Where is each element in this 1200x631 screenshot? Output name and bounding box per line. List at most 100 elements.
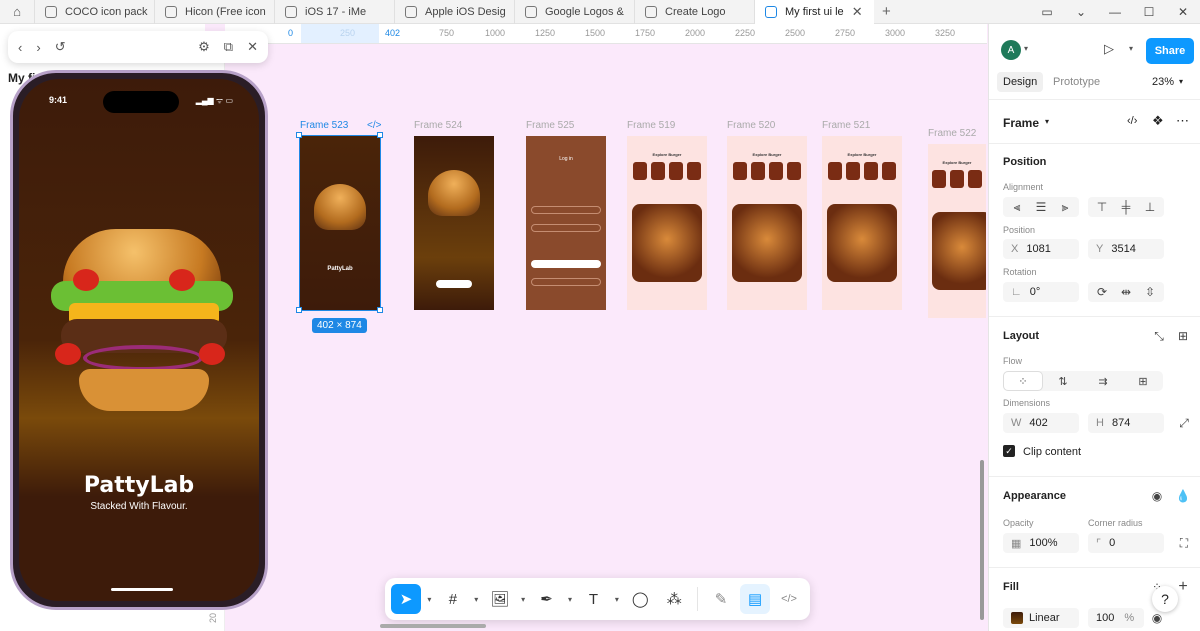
avatar[interactable]: A — [1001, 40, 1021, 60]
home-icon[interactable]: ⌂ — [0, 0, 34, 24]
width-field[interactable]: W 402 — [1003, 413, 1079, 433]
eye-icon[interactable]: ◉ — [1145, 486, 1169, 506]
chevron-down-icon[interactable]: ▾ — [472, 595, 481, 604]
draw-mode-icon[interactable]: ✎ — [706, 584, 736, 614]
tab-ios17[interactable]: iOS 17 - iMe — [274, 0, 394, 24]
align-left-icon[interactable]: ⫷ — [1005, 197, 1029, 217]
maximize-icon[interactable]: ☐ — [1132, 5, 1166, 19]
code-icon[interactable]: </> — [367, 120, 381, 131]
component-icon[interactable]: ❖ — [1152, 113, 1164, 129]
horizontal-scrollbar[interactable] — [380, 624, 486, 628]
chevron-down-icon[interactable]: ▾ — [1024, 44, 1028, 53]
resize-handle[interactable] — [296, 132, 302, 138]
forward-icon[interactable]: › — [36, 40, 40, 55]
fill-opacity-field[interactable]: 100% — [1088, 608, 1144, 628]
chevron-down-icon[interactable]: ▾ — [612, 595, 621, 604]
actions-icon[interactable]: ⁂ — [659, 584, 689, 614]
blend-mode-icon[interactable]: 💧 — [1171, 486, 1195, 506]
chevron-down-icon[interactable]: ▾ — [1129, 44, 1133, 53]
auto-layout-icon[interactable]: ⊞ — [1171, 326, 1195, 346]
chevron-down-icon[interactable]: ⌄ — [1064, 5, 1098, 19]
y-field[interactable]: Y 3514 — [1088, 239, 1164, 259]
text-tool-icon[interactable]: T — [578, 584, 608, 614]
fill-type-field[interactable]: Linear — [1003, 608, 1079, 628]
frame-label-522[interactable]: Frame 522 — [928, 128, 976, 139]
move-tool-icon[interactable]: ➤ — [391, 584, 421, 614]
chevron-down-icon[interactable]: ▾ — [519, 595, 528, 604]
frame-label-520[interactable]: Frame 520 — [727, 120, 775, 131]
align-right-icon[interactable]: ⫸ — [1053, 197, 1077, 217]
frame-label-524[interactable]: Frame 524 — [414, 120, 462, 131]
flow-freeform-icon[interactable]: ⁘ — [1003, 371, 1043, 391]
clip-content-checkbox[interactable]: ✓ — [1003, 445, 1015, 457]
frame-519[interactable]: Explore Burger — [627, 136, 707, 310]
individual-corners-icon[interactable]: ⛶ — [1172, 533, 1196, 553]
align-center-icon[interactable]: ☰ — [1029, 197, 1053, 217]
pen-tool-icon[interactable]: ✒ — [532, 584, 562, 614]
frame-label-521[interactable]: Frame 521 — [822, 120, 870, 131]
new-tab-icon[interactable]: + — [882, 3, 891, 20]
frame-tool-icon[interactable]: # — [438, 584, 468, 614]
tab-apple[interactable]: Apple iOS Desig — [394, 0, 514, 24]
frame-label-519[interactable]: Frame 519 — [627, 120, 675, 131]
tab-prototype[interactable]: Prototype — [1053, 76, 1100, 88]
more-icon[interactable]: ⋯ — [1176, 113, 1189, 129]
frame-label-525[interactable]: Frame 525 — [526, 120, 574, 131]
restart-icon[interactable]: ↺ — [55, 39, 66, 55]
align-middle-icon[interactable]: ╪ — [1114, 197, 1138, 217]
zoom-level[interactable]: 23% — [1152, 76, 1174, 88]
frame-522[interactable]: Explore Burger — [928, 144, 986, 318]
chevron-down-icon[interactable]: ▾ — [1179, 77, 1183, 86]
flow-horizontal-icon[interactable]: ⇉ — [1083, 371, 1123, 391]
close-icon[interactable]: ✕ — [852, 4, 863, 20]
minimize-icon[interactable]: — — [1098, 5, 1132, 19]
resize-handle[interactable] — [377, 307, 383, 313]
resize-to-fit-icon[interactable]: ⤢ — [1172, 413, 1196, 433]
image-tool-icon[interactable]: 🖼 — [485, 584, 515, 614]
resize-handle[interactable] — [377, 132, 383, 138]
flip-vertical-icon[interactable]: ⇳ — [1138, 282, 1162, 302]
frame-520[interactable]: Explore Burger — [727, 136, 807, 310]
share-button[interactable]: Share — [1146, 38, 1194, 64]
close-icon[interactable]: ✕ — [247, 39, 258, 55]
code-icon[interactable]: ‹/› — [1127, 115, 1137, 127]
help-button[interactable]: ? — [1152, 586, 1178, 612]
frame-label-523[interactable]: Frame 523 — [300, 120, 348, 131]
resize-handle[interactable] — [296, 307, 302, 313]
opacity-field[interactable]: ▦ 100% — [1003, 533, 1079, 553]
design-mode-icon[interactable]: ▤ — [740, 584, 771, 614]
close-window-icon[interactable]: ✕ — [1166, 5, 1200, 19]
x-field[interactable]: X 1081 — [1003, 239, 1079, 259]
frame-521[interactable]: Explore Burger — [822, 136, 902, 310]
collapse-icon[interactable]: ⤡ — [1147, 326, 1171, 346]
folder-icon[interactable]: ▭ — [1030, 5, 1064, 19]
tab-hicon[interactable]: Hicon (Free icon — [154, 0, 274, 24]
rotate-icon[interactable]: ⟳ — [1090, 282, 1114, 302]
tab-create-logo[interactable]: Create Logo — [634, 0, 754, 24]
present-icon[interactable]: ▷ — [1104, 41, 1114, 57]
chevron-down-icon[interactable]: ▾ — [566, 595, 575, 604]
flow-grid-icon[interactable]: ⊞ — [1123, 371, 1163, 391]
chevron-down-icon[interactable]: ▾ — [425, 595, 434, 604]
back-icon[interactable]: ‹ — [18, 40, 22, 55]
corner-radius-field[interactable]: ⌜ 0 — [1088, 533, 1164, 553]
dev-mode-icon[interactable]: </> — [774, 584, 804, 614]
rotation-field[interactable]: ∟ 0° — [1003, 282, 1079, 302]
flip-horizontal-icon[interactable]: ⇹ — [1114, 282, 1138, 302]
chevron-down-icon[interactable]: ▾ — [1045, 117, 1049, 126]
frame-type-label[interactable]: Frame — [1003, 116, 1039, 130]
align-top-icon[interactable]: ⊤ — [1090, 197, 1114, 217]
comment-tool-icon[interactable]: ◯ — [625, 584, 655, 614]
settings-icon[interactable]: ⚙ — [198, 39, 210, 55]
open-external-icon[interactable]: ⧉ — [224, 39, 233, 55]
tab-google-logos[interactable]: Google Logos & — [514, 0, 634, 24]
tab-my-first-ui[interactable]: My first ui le ✕ — [754, 0, 874, 24]
tab-design[interactable]: Design — [997, 72, 1044, 92]
flow-vertical-icon[interactable]: ⇅ — [1043, 371, 1083, 391]
vertical-scrollbar[interactable] — [980, 460, 984, 620]
frame-524[interactable] — [414, 136, 494, 310]
align-bottom-icon[interactable]: ⊥ — [1138, 197, 1162, 217]
tab-coco[interactable]: COCO icon pack — [34, 0, 154, 24]
height-field[interactable]: H 874 — [1088, 413, 1164, 433]
frame-525[interactable]: Log in — [526, 136, 606, 310]
